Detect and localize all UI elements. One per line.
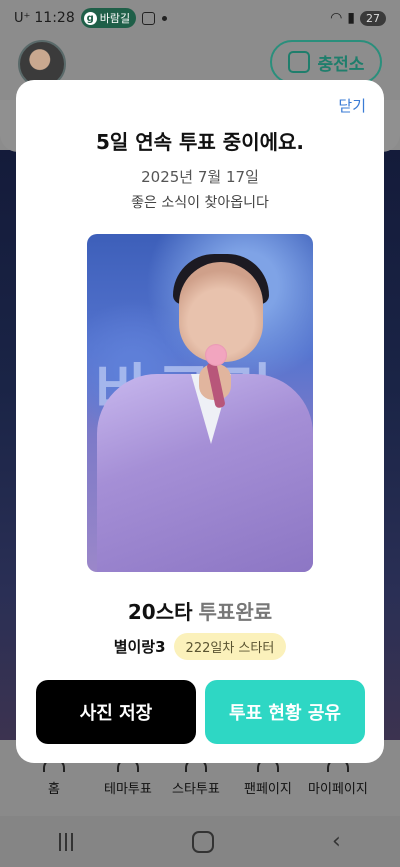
modal-date: 2025년 7월 17일: [141, 168, 259, 186]
user-name: 별이랑3: [113, 638, 166, 656]
home-button-icon[interactable]: [191, 830, 214, 853]
nav-item-theme-vote[interactable]: 테마투표: [104, 758, 152, 797]
save-photo-button[interactable]: 사진 저장: [36, 680, 196, 744]
charge-station-label: 충전소: [317, 54, 365, 75]
nav-item-home[interactable]: 홈: [42, 758, 65, 797]
back-icon[interactable]: ‹: [332, 829, 341, 854]
share-vote-status-button[interactable]: 투표 현황 공유: [205, 680, 365, 744]
clock: 11:28: [34, 10, 75, 26]
nav-item-label: 테마투표: [104, 782, 152, 797]
status-icons: ◠ ▮ 27: [330, 10, 386, 26]
notification-badge: g 바람길: [80, 8, 137, 28]
nav-item-label: 마이페이지: [308, 782, 368, 797]
g-logo-icon: g: [83, 11, 97, 25]
vote-count: 20스타: [127, 600, 193, 624]
vote-streak-modal: 닫기 5일 연속 투표 중이에요. 2025년 7월 17일 좋은 소식이 찾아…: [16, 80, 384, 763]
nav-item-fanpage[interactable]: 팬페이지: [244, 758, 292, 797]
nav-item-label: 팬페이지: [244, 782, 292, 797]
user-row: 별이랑3 222일차 스타터: [16, 633, 384, 660]
recent-apps-icon[interactable]: [59, 832, 74, 851]
starter-badge: 222일차 스타터: [173, 633, 287, 660]
close-button[interactable]: 닫기: [338, 95, 366, 116]
modal-subtitle: 좋은 소식이 찾아옵니다: [131, 195, 269, 211]
wifi-icon: ◠: [330, 10, 343, 26]
nav-item-label: 홈: [48, 782, 60, 797]
microphone-icon: [205, 344, 227, 366]
status-bar: U⁺ 11:28 g 바람길 ◠ ▮ 27: [0, 0, 400, 36]
charge-station-button[interactable]: 충전소: [270, 40, 382, 84]
system-navigation-bar: ‹: [0, 816, 400, 867]
modal-title: 5일 연속 투표 중이에요.: [95, 130, 304, 154]
nav-item-label: 스타투표: [172, 782, 220, 797]
nav-item-star-vote[interactable]: 스타투표: [172, 758, 220, 797]
carrier-label: U⁺: [14, 10, 31, 26]
nav-item-mypage[interactable]: 마이페이지: [308, 758, 368, 797]
notification-badge-label: 바람길: [99, 12, 131, 25]
signal-icon: ▮: [347, 10, 355, 26]
battery-icon: 27: [360, 10, 386, 26]
vote-status: 투표완료: [198, 600, 273, 624]
more-notifications-icon: [162, 15, 168, 21]
star-photo: 바르미: [87, 234, 313, 572]
charge-station-icon: [287, 51, 310, 73]
gallery-icon: [142, 11, 156, 25]
vote-result: 20스타 투표완료: [16, 596, 384, 625]
